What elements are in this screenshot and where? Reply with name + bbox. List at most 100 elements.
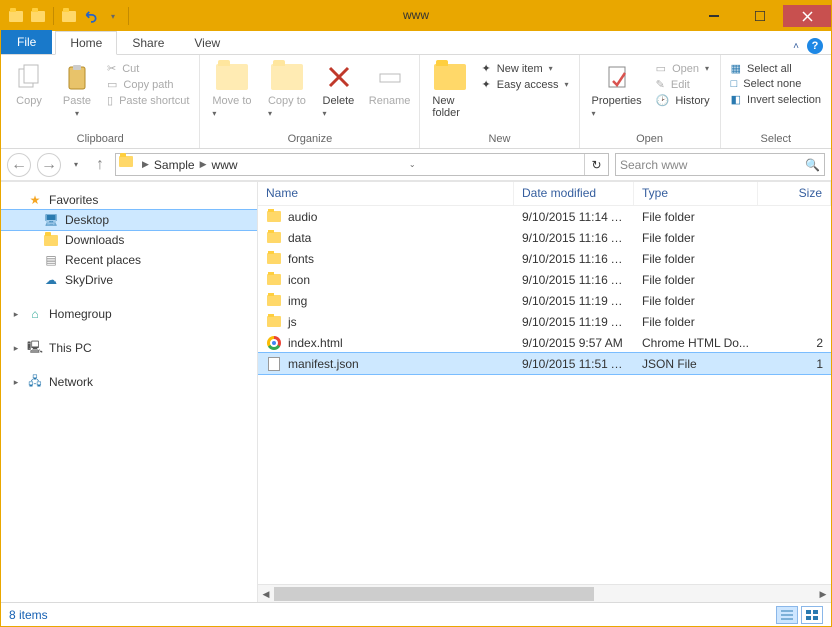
forward-button[interactable]: → xyxy=(37,153,61,177)
qat-properties-icon[interactable] xyxy=(60,5,78,27)
file-date: 9/10/2015 11:14 AM xyxy=(514,210,634,224)
scroll-thumb[interactable] xyxy=(274,587,594,601)
nav-downloads[interactable]: Downloads xyxy=(1,230,257,250)
new-item-icon: ✦ xyxy=(482,62,491,75)
status-text: 8 items xyxy=(9,608,48,622)
star-icon: ★ xyxy=(27,192,43,208)
file-row[interactable]: audio9/10/2015 11:14 AMFile folder xyxy=(258,206,831,227)
file-row[interactable]: manifest.json9/10/2015 11:51 AMJSON File… xyxy=(258,353,831,374)
new-item-button[interactable]: ✦New item▾ xyxy=(478,61,573,76)
details-view-button[interactable] xyxy=(776,606,798,624)
address-dropdown-icon[interactable]: ⌄ xyxy=(409,160,416,169)
file-row[interactable]: data9/10/2015 11:16 AMFile folder xyxy=(258,227,831,248)
qat-new-folder-icon[interactable] xyxy=(29,5,47,27)
open-button[interactable]: ▭Open▾ xyxy=(652,61,714,76)
file-row[interactable]: icon9/10/2015 11:16 AMFile folder xyxy=(258,269,831,290)
up-button[interactable]: ↑ xyxy=(91,153,109,177)
scroll-right-icon[interactable]: ▶ xyxy=(815,585,831,602)
file-date: 9/10/2015 11:16 AM xyxy=(514,231,634,245)
file-name: icon xyxy=(288,273,310,287)
scroll-left-icon[interactable]: ◀ xyxy=(258,585,274,602)
invert-selection-button[interactable]: ◧Invert selection xyxy=(727,92,825,107)
file-type: File folder xyxy=(634,252,758,266)
select-all-button[interactable]: ▦Select all xyxy=(727,61,825,76)
crumb-www[interactable]: www xyxy=(209,158,241,172)
copy-button[interactable]: Copy xyxy=(7,59,51,109)
file-row[interactable]: img9/10/2015 11:19 AMFile folder xyxy=(258,290,831,311)
copy-path-icon: ▭ xyxy=(107,78,117,91)
copy-icon xyxy=(13,61,45,93)
file-row[interactable]: index.html9/10/2015 9:57 AMChrome HTML D… xyxy=(258,332,831,353)
copy-to-button[interactable]: Copy to ▾ xyxy=(262,59,313,121)
back-button[interactable]: ← xyxy=(7,153,31,177)
folder-icon xyxy=(119,156,137,174)
open-icon: ▭ xyxy=(656,62,666,75)
scissors-icon: ✂ xyxy=(107,62,116,75)
pc-icon: 🖳 xyxy=(27,340,43,356)
network-icon: 🖧 xyxy=(27,374,43,390)
select-none-button[interactable]: □Select none xyxy=(727,77,825,91)
quick-access-toolbar: ▾ xyxy=(1,5,131,27)
search-placeholder: Search www xyxy=(620,158,687,172)
app-icon[interactable] xyxy=(7,5,25,27)
refresh-button[interactable]: ↻ xyxy=(584,154,608,175)
properties-button[interactable]: Properties ▾ xyxy=(586,59,648,121)
edit-button[interactable]: ✎Edit xyxy=(652,77,714,92)
new-folder-button[interactable]: New folder xyxy=(426,59,473,121)
qat-undo-icon[interactable] xyxy=(82,5,100,27)
col-date[interactable]: Date modified xyxy=(514,182,634,205)
cloud-icon: ☁ xyxy=(43,272,59,288)
paste-shortcut-button[interactable]: ▯Paste shortcut xyxy=(103,93,193,108)
delete-button[interactable]: Delete ▾ xyxy=(317,59,362,121)
file-type: File folder xyxy=(634,315,758,329)
file-list[interactable]: audio9/10/2015 11:14 AMFile folderdata9/… xyxy=(258,206,831,584)
rename-icon xyxy=(374,61,406,93)
view-tab[interactable]: View xyxy=(179,31,235,55)
nav-skydrive[interactable]: ☁SkyDrive xyxy=(1,270,257,290)
copy-path-button[interactable]: ▭Copy path xyxy=(103,77,193,92)
horizontal-scrollbar[interactable]: ◀ ▶ xyxy=(258,584,831,602)
chrome-icon xyxy=(266,335,282,351)
chevron-right-icon[interactable]: ▶ xyxy=(198,159,209,170)
file-row[interactable]: fonts9/10/2015 11:16 AMFile folder xyxy=(258,248,831,269)
help-icon[interactable]: ? xyxy=(807,38,823,54)
file-tab[interactable]: File xyxy=(1,30,52,54)
close-button[interactable] xyxy=(783,5,831,27)
minimize-button[interactable] xyxy=(691,5,737,27)
nav-this-pc[interactable]: ▸🖳This PC xyxy=(1,338,257,358)
col-name[interactable]: Name xyxy=(258,182,514,205)
nav-favorites[interactable]: ★Favorites xyxy=(1,190,257,210)
move-to-button[interactable]: Move to ▾ xyxy=(206,59,258,121)
breadcrumb[interactable]: ▶ Sample ▶ www ⌄ ↻ xyxy=(115,153,609,176)
easy-access-icon: ✦ xyxy=(482,78,491,91)
ribbon-tabs: File Home Share View ˄ ? xyxy=(1,31,831,55)
nav-recent[interactable]: ▤Recent places xyxy=(1,250,257,270)
organize-group-label: Organize xyxy=(206,131,413,148)
chevron-right-icon[interactable]: ▶ xyxy=(140,159,151,170)
file-row[interactable]: js9/10/2015 11:19 AMFile folder xyxy=(258,311,831,332)
search-input[interactable]: Search www 🔍 xyxy=(615,153,825,176)
recent-locations-button[interactable]: ▾ xyxy=(67,153,85,177)
home-tab[interactable]: Home xyxy=(55,31,117,55)
file-name: fonts xyxy=(288,252,314,266)
history-button[interactable]: 🕑History xyxy=(652,93,714,108)
nav-homegroup[interactable]: ▸⌂Homegroup xyxy=(1,304,257,324)
crumb-sample[interactable]: Sample xyxy=(151,158,198,172)
nav-network[interactable]: ▸🖧Network xyxy=(1,372,257,392)
thumbnails-view-button[interactable] xyxy=(801,606,823,624)
col-type[interactable]: Type xyxy=(634,182,758,205)
minimize-ribbon-icon[interactable]: ˄ xyxy=(793,41,799,52)
share-tab[interactable]: Share xyxy=(117,31,179,55)
rename-button[interactable]: Rename xyxy=(366,59,414,109)
easy-access-button[interactable]: ✦Easy access▾ xyxy=(478,77,573,92)
maximize-button[interactable] xyxy=(737,5,783,27)
nav-desktop[interactable]: 🖥Desktop xyxy=(1,210,257,230)
paste-button[interactable]: Paste▾ xyxy=(55,59,99,120)
properties-icon xyxy=(601,61,633,93)
downloads-icon xyxy=(43,232,59,248)
file-date: 9/10/2015 11:51 AM xyxy=(514,357,634,371)
navigation-pane[interactable]: ★Favorites 🖥Desktop Downloads ▤Recent pl… xyxy=(1,182,258,602)
col-size[interactable]: Size xyxy=(758,182,831,205)
cut-button[interactable]: ✂Cut xyxy=(103,61,193,76)
qat-dropdown-icon[interactable]: ▾ xyxy=(104,5,122,27)
